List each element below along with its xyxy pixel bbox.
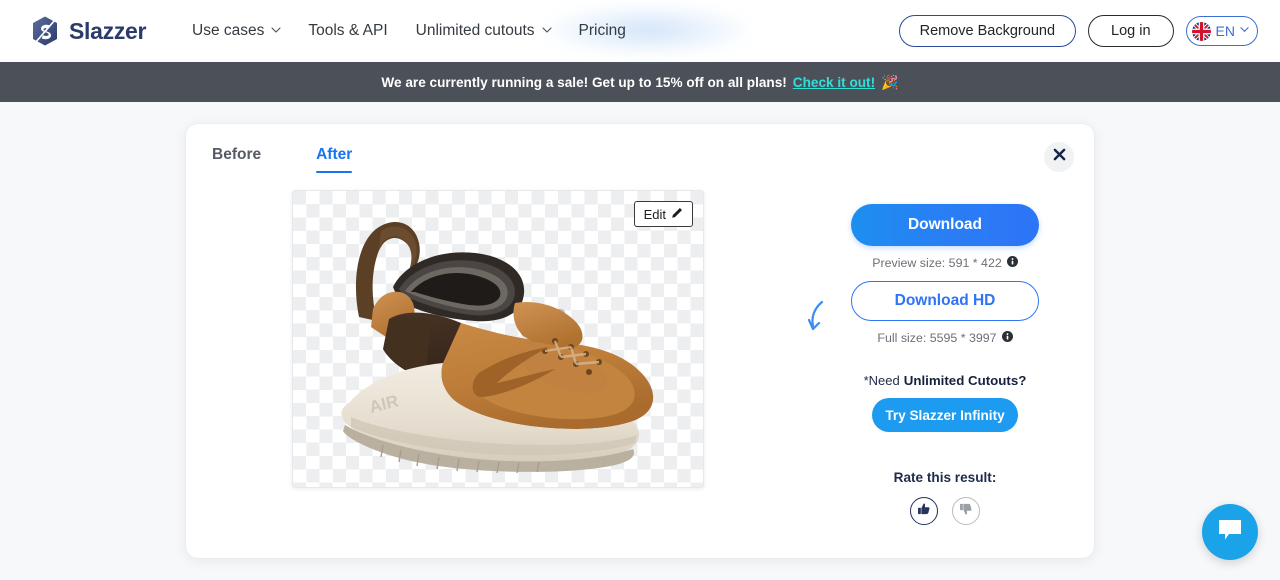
site-logo[interactable]: Slazzer — [30, 15, 146, 47]
nav-item-pricing[interactable]: Pricing — [565, 0, 640, 62]
close-icon — [1053, 148, 1066, 166]
edit-button-label: Edit — [643, 206, 666, 222]
nav-item-label: Tools & API — [308, 22, 388, 39]
thumbs-down-button[interactable] — [952, 497, 980, 525]
curved-arrow-down-icon — [807, 300, 834, 336]
info-icon[interactable] — [1006, 256, 1018, 270]
try-slazzer-infinity-button[interactable]: Try Slazzer Infinity — [872, 398, 1018, 432]
login-button[interactable]: Log in — [1088, 15, 1174, 47]
sale-banner-link[interactable]: Check it out! — [793, 75, 875, 90]
need-unlimited-cutouts-text: *Need Unlimited Cutouts? — [864, 373, 1027, 388]
thumbs-up-icon — [917, 502, 931, 521]
chat-widget-button[interactable] — [1202, 504, 1258, 560]
pencil-icon — [671, 207, 683, 222]
tab-after[interactable]: After — [316, 142, 353, 173]
nav-item-use-cases[interactable]: Use cases — [178, 0, 294, 62]
nav-item-label: Pricing — [578, 22, 626, 39]
site-header: Slazzer Use cases Tools & API Unlimited … — [0, 0, 1280, 62]
nav-item-tools-api[interactable]: Tools & API — [294, 0, 401, 62]
download-hd-button[interactable]: Download HD — [851, 281, 1039, 321]
need-bold-label: Unlimited Cutouts? — [903, 373, 1027, 388]
language-selector[interactable]: EN — [1185, 16, 1258, 46]
language-code: EN — [1215, 23, 1235, 39]
nav-item-unlimited-cutouts[interactable]: Unlimited cutouts — [402, 0, 565, 62]
slazzer-hexagon-logo-icon — [30, 15, 60, 47]
result-card: Before After AIR Edit Download Preview s… — [186, 124, 1094, 558]
preview-size-label: Preview size: 591 * 422 — [872, 256, 1002, 270]
logo-text: Slazzer — [69, 17, 147, 44]
sale-banner: We are currently running a sale! Get up … — [0, 62, 1280, 102]
chevron-down-icon — [271, 25, 281, 34]
main-nav: Use cases Tools & API Unlimited cutouts … — [178, 0, 640, 62]
party-popper-icon: 🎉 — [881, 73, 899, 90]
rating-buttons — [910, 497, 980, 525]
close-button[interactable] — [1044, 142, 1074, 172]
preview-size-row: Preview size: 591 * 422 — [872, 256, 1018, 270]
rate-result-title: Rate this result: — [893, 470, 997, 485]
full-size-row: Full size: 5595 * 3997 — [877, 331, 1013, 345]
sale-banner-text: We are currently running a sale! Get up … — [381, 74, 787, 90]
download-actions-panel: Download Preview size: 591 * 422 Downloa… — [807, 204, 1060, 525]
remove-background-button[interactable]: Remove Background — [898, 15, 1077, 47]
before-after-tabs: Before After — [212, 142, 407, 173]
thumbs-down-icon — [959, 502, 973, 521]
nav-item-label: Use cases — [192, 22, 265, 39]
need-prefix-label: *Need — [863, 373, 900, 388]
page-root: Slazzer Use cases Tools & API Unlimited … — [0, 0, 1280, 580]
chat-bubble-icon — [1217, 518, 1243, 547]
download-button[interactable]: Download — [851, 204, 1039, 246]
thumbs-up-button[interactable] — [910, 497, 938, 525]
chevron-down-icon — [1240, 25, 1249, 34]
info-icon[interactable] — [1001, 331, 1013, 345]
cutout-image-sneaker: AIR — [341, 222, 654, 474]
header-actions: Remove Background Log in EN — [898, 15, 1258, 47]
edit-button[interactable]: Edit — [633, 201, 693, 227]
chevron-down-icon — [541, 25, 552, 34]
tab-before[interactable]: Before — [212, 142, 261, 173]
full-size-label: Full size: 5595 * 3997 — [877, 331, 997, 345]
nav-item-label: Unlimited cutouts — [415, 22, 535, 39]
result-image-preview: AIR Edit — [292, 190, 704, 488]
uk-flag-icon — [1191, 21, 1211, 41]
main-content: Before After AIR Edit Download Preview s… — [0, 102, 1280, 580]
